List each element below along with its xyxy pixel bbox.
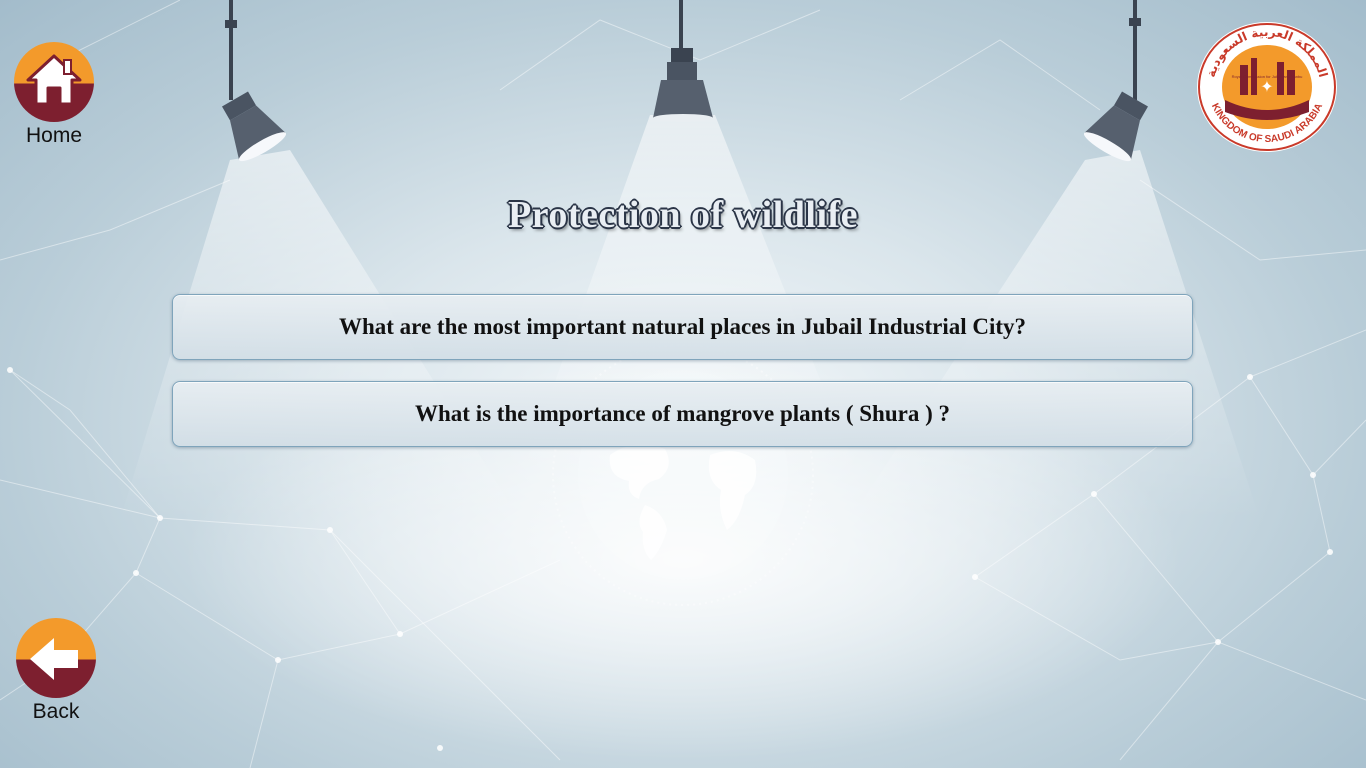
home-label[interactable]: Home [14, 124, 94, 148]
back-arrow-icon [30, 638, 78, 680]
spotlight-right [1075, 0, 1165, 180]
question-text[interactable]: What is the importance of mangrove plant… [415, 401, 950, 427]
back-button-circle[interactable] [16, 618, 96, 698]
spotlight-left [205, 0, 295, 180]
spotlight-icon [653, 0, 713, 122]
spotlight-icon [1083, 0, 1148, 162]
back-label[interactable]: Back [16, 700, 96, 724]
svg-text:✦: ✦ [1260, 77, 1273, 96]
royal-commission-logo: ✦ المملكة العربية السعودية KINGDOM OF SA… [1195, 20, 1339, 154]
home-icon [26, 54, 82, 106]
question-item[interactable]: What are the most important natural plac… [172, 294, 1193, 360]
logo-org-text: Royal Commission for Jubail and Yanbu [1232, 74, 1303, 79]
home-button-circle[interactable] [14, 42, 94, 122]
page-title: Protection of wildlife [507, 194, 859, 236]
question-item[interactable]: What is the importance of mangrove plant… [172, 381, 1193, 447]
back-button[interactable]: Back [16, 618, 96, 724]
spotlight-center [645, 0, 721, 125]
spotlight-icon [222, 0, 287, 162]
question-text[interactable]: What are the most important natural plac… [339, 314, 1026, 340]
home-button[interactable]: Home [14, 42, 94, 148]
